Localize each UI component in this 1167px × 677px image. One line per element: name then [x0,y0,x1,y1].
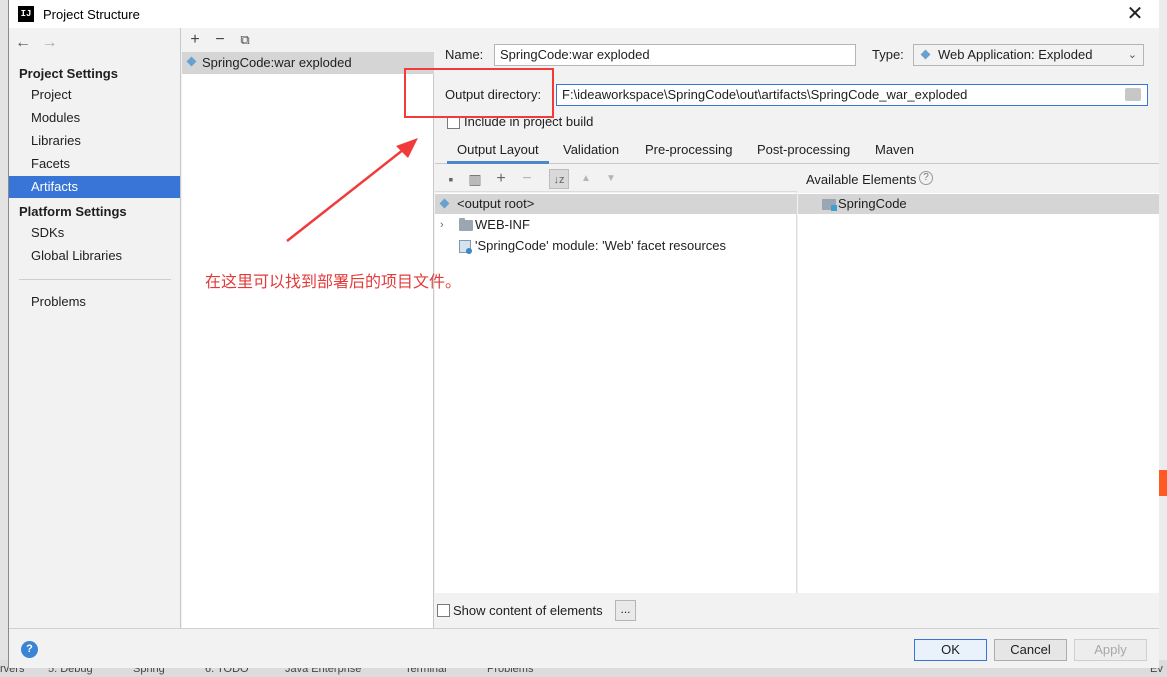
project-settings-header: Project Settings [19,66,118,81]
chevron-down-icon: ⌄ [1127,49,1137,61]
show-content-checkbox[interactable] [437,604,450,617]
tab-maven[interactable]: Maven [865,138,924,164]
sidebar-item-global-libraries[interactable]: Global Libraries [9,245,180,267]
chevron-right-icon[interactable]: › [440,215,444,235]
annotation-highlight-box [404,68,554,118]
show-content-row: Show content of elements ... [435,600,1159,624]
sort-elements-icon[interactable]: ↓z [549,169,569,189]
name-label: Name: [445,47,484,62]
show-content-label: Show content of elements [453,603,603,618]
available-elements-tree: SpringCode [798,193,1159,593]
sidebar-divider [19,279,171,280]
sidebar-item-facets[interactable]: Facets [9,153,180,175]
artifact-list-pane: + − ⧉ SpringCode:war exploded [182,28,434,628]
browse-folder-icon[interactable] [1125,88,1141,101]
help-circle-icon[interactable]: ? [919,171,933,185]
artifact-type-select[interactable]: Web Application: Exploded ⌄ [913,44,1144,66]
forward-arrow-icon[interactable]: → [41,34,63,52]
sidebar-item-problems[interactable]: Problems [9,291,180,313]
available-element-label: SpringCode [838,196,907,211]
settings-sidebar: ← → Project Settings Project Modules Lib… [9,28,181,628]
folder-icon [459,218,473,231]
output-layout-tree: <output root> › WEB-INF 'SpringCode' mod… [435,193,797,593]
module-folder-icon [822,199,837,211]
tab-post-processing[interactable]: Post-processing [747,138,860,164]
close-icon[interactable]: ✕ [1121,3,1149,25]
sidebar-item-modules[interactable]: Modules [9,107,180,129]
sidebar-item-artifacts[interactable]: Artifacts [9,176,180,198]
background-ide-right-edge [1158,0,1167,677]
title-bar: IJ Project Structure ✕ [9,0,1159,28]
tree-node-label: WEB-INF [475,217,530,232]
navigation-arrows: ← → [15,34,63,52]
artifact-details: Name: SpringCode:war exploded Type: Web … [435,28,1159,628]
sidebar-item-project[interactable]: Project [9,84,180,106]
create-archive-icon[interactable]: ▥ [465,169,485,189]
tree-node-facet-resources[interactable]: 'SpringCode' module: 'Web' facet resourc… [435,236,797,256]
module-icon [459,240,472,254]
output-layout-toolbar: ▪ ▥ + − ↓z ▲ ▼ [435,166,797,192]
dialog-footer: ? OK Cancel Apply [9,628,1159,668]
remove-element-icon[interactable]: − [517,169,537,189]
move-down-icon[interactable]: ▼ [601,169,621,189]
tree-node-web-inf[interactable]: › WEB-INF [435,215,797,235]
create-directory-icon[interactable]: ▪ [441,169,461,189]
ok-button[interactable]: OK [914,639,987,661]
available-element-springcode[interactable]: SpringCode [798,194,1159,214]
move-up-icon[interactable]: ▲ [576,169,596,189]
artifact-list-item[interactable]: SpringCode:war exploded [182,52,434,74]
sidebar-item-libraries[interactable]: Libraries [9,130,180,152]
artifact-tabs: Output Layout Validation Pre-processing … [435,138,1159,164]
help-icon[interactable]: ? [21,641,38,658]
tab-validation[interactable]: Validation [553,138,629,164]
apply-button[interactable]: Apply [1074,639,1147,661]
output-directory-value: F:\ideaworkspace\SpringCode\out\artifact… [562,87,968,102]
sidebar-item-sdks[interactable]: SDKs [9,222,180,244]
platform-settings-header: Platform Settings [19,204,127,219]
remove-artifact-icon[interactable]: − [210,30,230,50]
show-content-options-button[interactable]: ... [615,600,636,621]
available-elements-label: Available Elements [806,172,917,187]
window-title: Project Structure [43,7,140,22]
tab-output-layout[interactable]: Output Layout [447,138,549,164]
tree-node-output-root[interactable]: <output root> [435,194,797,214]
web-artifact-icon [186,56,197,67]
artifact-name-field[interactable]: SpringCode:war exploded [494,44,856,66]
annotation-text: 在这里可以找到部署后的项目文件。 [205,272,462,291]
copy-artifact-icon[interactable]: ⧉ [235,30,255,50]
tree-node-label: 'SpringCode' module: 'Web' facet resourc… [475,238,727,253]
add-element-icon[interactable]: + [491,169,511,189]
type-label: Type: [872,47,904,62]
artifact-list-toolbar: + − ⧉ [182,28,434,52]
project-structure-dialog: IJ Project Structure ✕ ← → Project Setti… [8,0,1159,668]
back-arrow-icon[interactable]: ← [15,34,37,52]
intellij-logo-icon: IJ [18,6,34,22]
tab-pre-processing[interactable]: Pre-processing [635,138,742,164]
artifact-type-value: Web Application: Exploded [938,47,1093,62]
add-artifact-icon[interactable]: + [185,30,205,50]
diamond-icon [439,198,450,209]
tree-node-label: <output root> [457,196,535,211]
cancel-button[interactable]: Cancel [994,639,1067,661]
output-directory-field[interactable]: F:\ideaworkspace\SpringCode\out\artifact… [556,84,1148,106]
artifact-list-item-label: SpringCode:war exploded [202,55,352,70]
web-app-type-icon [920,49,931,60]
background-ide-left-edge [0,0,8,677]
